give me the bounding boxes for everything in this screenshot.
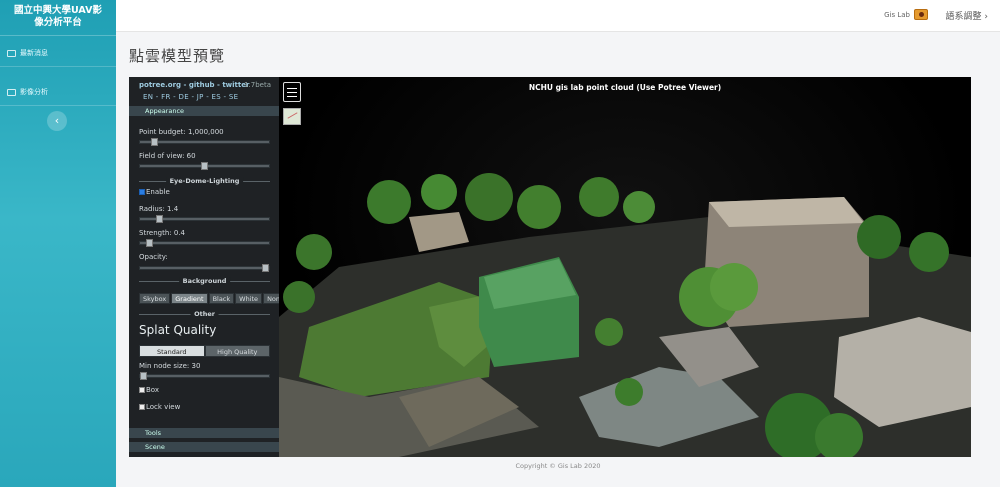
scene-section-header[interactable]: Scene [129, 442, 279, 452]
box-checkbox[interactable]: Box [139, 386, 159, 394]
brand-line-1: 國立中興大學UAV影 [14, 5, 102, 16]
splat-quality-title: Splat Quality [139, 323, 217, 337]
sidebar-item-image-analysis[interactable]: 影像分析 [0, 79, 116, 105]
radius-label: Radius: 1.4 [139, 205, 179, 213]
image-analysis-icon [7, 88, 16, 96]
sidebar-item-news[interactable]: 最新消息 [0, 40, 116, 66]
checkbox-icon[interactable] [139, 404, 145, 410]
edl-header: Eye-Dome-Lighting [165, 177, 244, 185]
sidebar-collapse-button[interactable]: ‹ [47, 111, 67, 131]
sidebar: 國立中興大學UAV影 像分析平台 最新消息 影像分析 ‹ [0, 0, 116, 487]
lock-view-label: Lock view [146, 403, 181, 411]
other-divider: Other [139, 310, 270, 318]
slider-thumb[interactable] [262, 264, 269, 272]
brand-line-2: 像分析平台 [34, 17, 82, 28]
tools-section-header[interactable]: Tools [129, 428, 279, 438]
point-cloud-render [279, 173, 971, 457]
sidebar-divider [0, 105, 116, 106]
quality-high-button[interactable]: High Quality [204, 345, 270, 357]
radius-slider[interactable] [139, 215, 270, 223]
background-options: Skybox Gradient Black White None [139, 293, 289, 304]
chevron-left-icon: ‹ [54, 114, 60, 127]
footer-copyright: Copyright © Gis Lab 2020 [515, 462, 601, 470]
background-gradient-button[interactable]: Gradient [171, 293, 208, 304]
field-of-view-label: Field of view: 60 [139, 152, 196, 160]
potree-version: 1.7beta [244, 81, 271, 89]
slider-thumb[interactable] [201, 162, 208, 170]
opacity-slider[interactable] [139, 264, 270, 272]
opacity-label: Opacity: [139, 253, 168, 261]
strength-slider[interactable] [139, 239, 270, 247]
page-title: 點雲模型預覽 [129, 47, 226, 65]
hamburger-icon [287, 88, 297, 89]
sidebar-item-label: 最新消息 [20, 49, 48, 57]
background-header: Background [178, 277, 231, 285]
lock-view-checkbox[interactable]: Lock view [139, 403, 180, 411]
menu-toggle-button[interactable] [283, 82, 301, 102]
map-toggle-button[interactable] [283, 108, 301, 125]
hamburger-icon [287, 92, 297, 93]
potree-links[interactable]: potree.org - github - twitter [139, 81, 249, 89]
box-label: Box [146, 386, 160, 394]
other-header: Other [190, 310, 219, 318]
quality-standard-button[interactable]: Standard [139, 345, 205, 357]
checkbox-checked-icon[interactable] [139, 189, 145, 195]
potree-viewer[interactable]: potree.org - github - twitter 1.7beta EN… [129, 77, 971, 457]
slider-thumb[interactable] [150, 138, 158, 146]
point-budget-slider[interactable] [139, 138, 270, 146]
top-bar: Gis Lab 語系調整 › [116, 0, 1000, 32]
background-white-button[interactable]: White [235, 293, 263, 304]
strength-label: Strength: 0.4 [139, 229, 185, 237]
avatar[interactable] [914, 9, 928, 20]
news-icon [7, 49, 16, 57]
sidebar-item-label: 影像分析 [20, 88, 48, 96]
min-node-size-label: Min node size: 30 [139, 362, 201, 370]
hamburger-icon [287, 96, 297, 97]
splat-quality-options: Standard High Quality [139, 345, 270, 357]
potree-sidebar-panel: potree.org - github - twitter 1.7beta EN… [129, 77, 289, 457]
point-budget-label: Point budget: 1,000,000 [139, 128, 224, 136]
edl-divider: Eye-Dome-Lighting [139, 177, 270, 185]
edl-enable-checkbox[interactable]: Enable [139, 188, 170, 196]
slider-thumb[interactable] [146, 239, 154, 247]
language-switcher[interactable]: EN - FR - DE - JP - ES - SE [143, 93, 238, 101]
background-divider: Background [139, 277, 270, 285]
background-skybox-button[interactable]: Skybox [139, 293, 171, 304]
slider-thumb[interactable] [155, 215, 163, 223]
background-black-button[interactable]: Black [208, 293, 235, 304]
edl-enable-label: Enable [146, 188, 170, 196]
slider-thumb[interactable] [140, 372, 147, 380]
brand-title[interactable]: 國立中興大學UAV影 像分析平台 [0, 0, 116, 36]
appearance-section-header[interactable]: Appearance [129, 106, 279, 116]
min-node-size-slider[interactable] [139, 372, 270, 380]
checkbox-icon[interactable] [139, 387, 145, 393]
scene-title: NCHU gis lab point cloud (Use Potree Vie… [528, 83, 722, 92]
point-cloud-canvas[interactable]: NCHU gis lab point cloud (Use Potree Vie… [279, 77, 971, 457]
language-settings-link[interactable]: 語系調整 › [946, 9, 988, 22]
user-name[interactable]: Gis Lab [884, 11, 910, 19]
field-of-view-slider[interactable] [139, 162, 270, 170]
